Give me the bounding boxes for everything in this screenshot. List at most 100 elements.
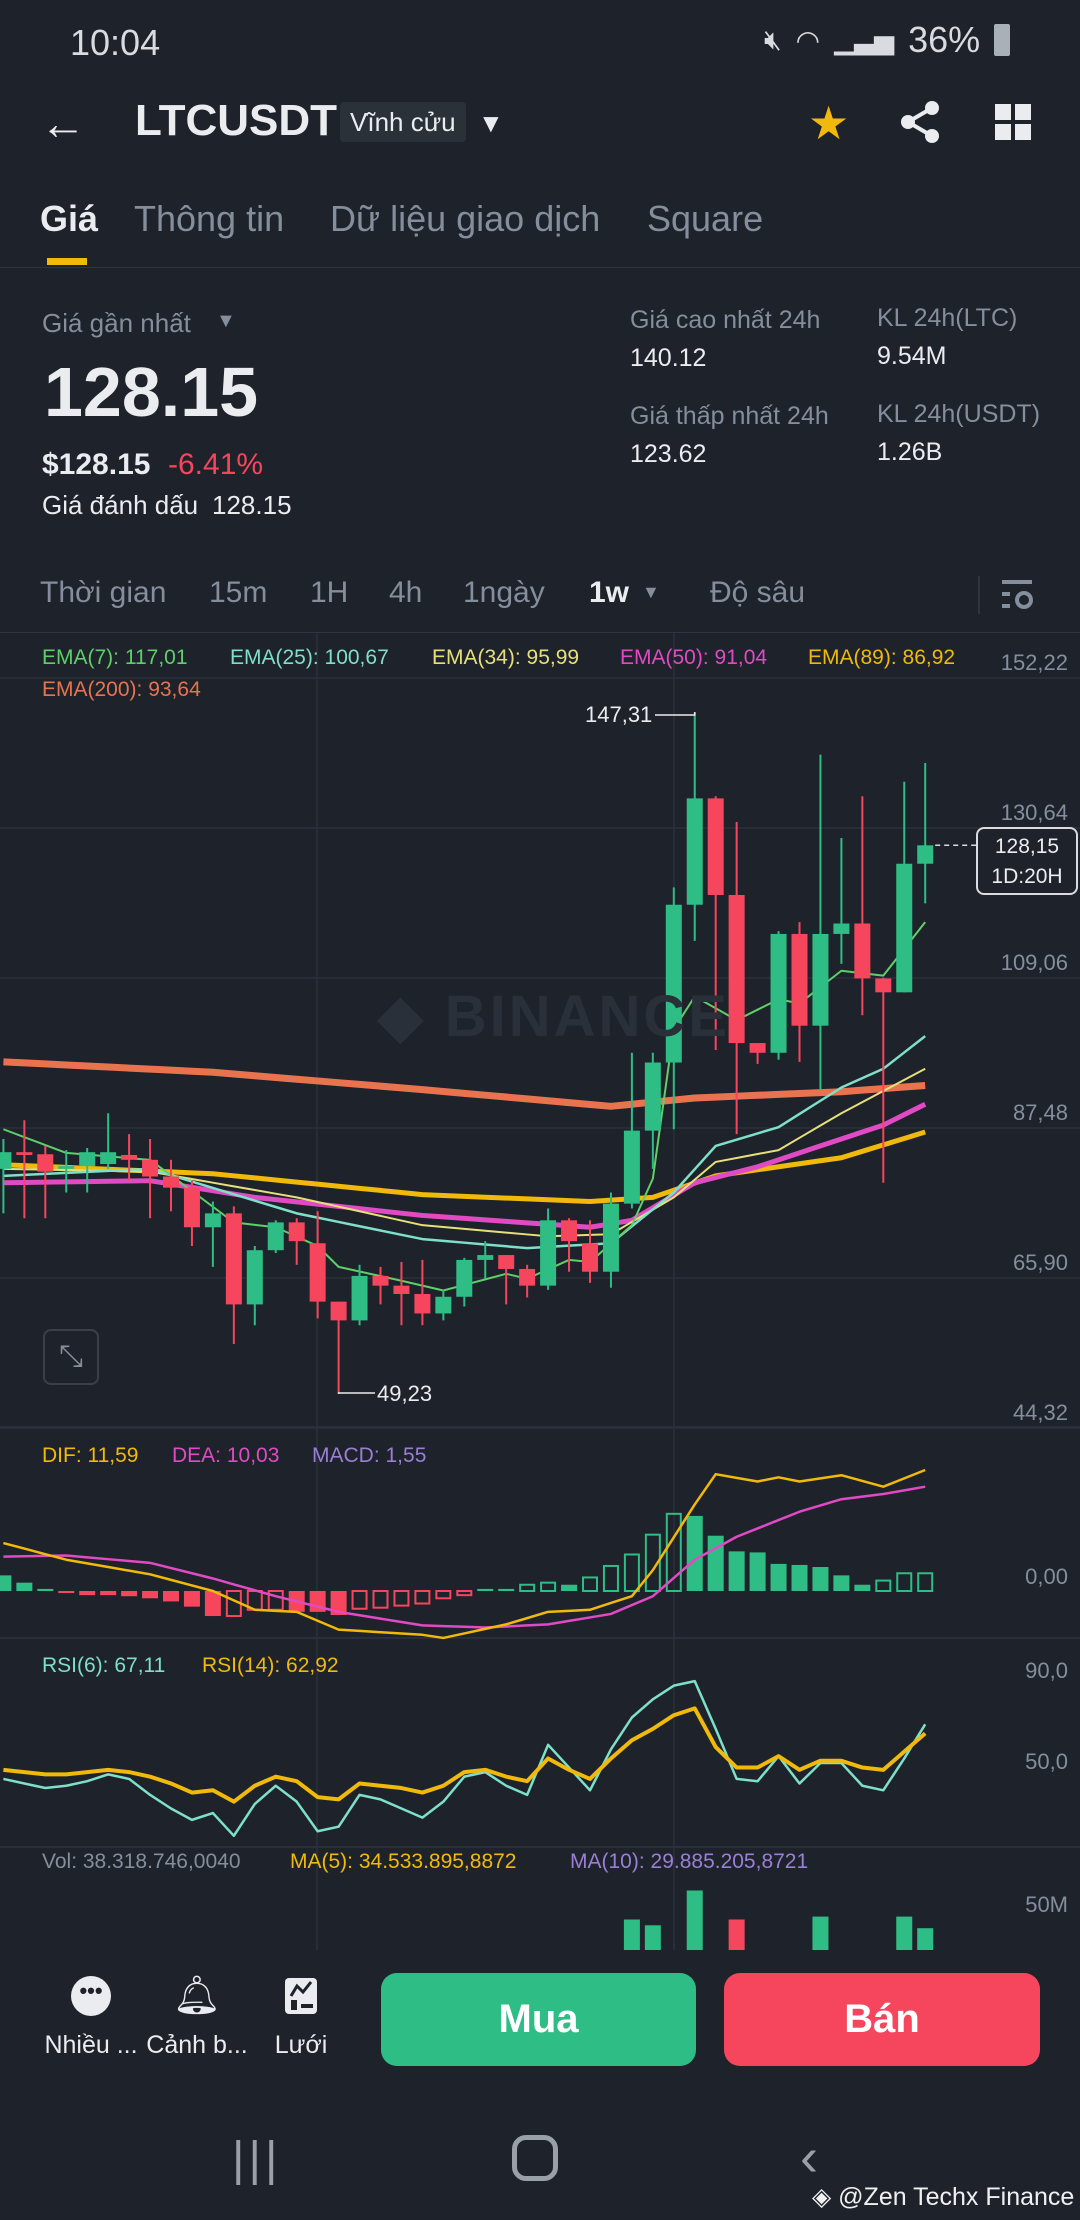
- candle-countdown: 1D:20H: [991, 865, 1063, 888]
- candle-body: [100, 1152, 117, 1165]
- depth-tab[interactable]: Độ sâu: [710, 576, 805, 610]
- grid-menu-icon[interactable]: [995, 104, 1031, 145]
- tab-square[interactable]: Square: [647, 198, 763, 240]
- candle-body: [917, 845, 934, 864]
- macd-histogram-bar: [749, 1552, 766, 1591]
- candle-body: [37, 1154, 54, 1172]
- volume-ma5-legend: MA(5): 34.533.895,8872: [290, 1850, 517, 1873]
- interval-dropdown-icon[interactable]: ▼: [642, 582, 660, 603]
- symbol-title[interactable]: LTCUSDT: [135, 96, 337, 146]
- macd-zero-tick: 0,00: [1025, 1564, 1068, 1589]
- macd-histogram-bar: [728, 1551, 745, 1591]
- candle-body: [351, 1275, 368, 1321]
- candle-body: [623, 1130, 640, 1204]
- tab-price[interactable]: Giá: [40, 198, 98, 240]
- candle-body: [644, 1062, 661, 1131]
- ema-line-ema200: [3, 1058, 926, 1110]
- status-icons: 🔇︎ ◠ ▁▃▅ 36%: [764, 18, 1011, 62]
- y-tick-0: 152,22: [1000, 650, 1068, 675]
- candle-body: [225, 1213, 242, 1305]
- active-tab-indicator: [47, 258, 87, 265]
- tab-info[interactable]: Thông tin: [134, 198, 284, 240]
- macd-histogram-bar: [854, 1584, 871, 1591]
- candle-body: [330, 1301, 347, 1321]
- interval-1d[interactable]: 1ngày: [463, 576, 545, 610]
- macd-histogram-bar: [100, 1591, 117, 1596]
- mark-price-label: Giá đánh dấu: [42, 490, 199, 520]
- usd-price: $128.15: [42, 448, 151, 481]
- ema89-legend: EMA(89): 86,92: [808, 646, 956, 669]
- volume-ma10-legend: MA(10): 29.885.205,8721: [570, 1850, 809, 1873]
- recent-apps-button[interactable]: |||: [232, 2132, 281, 2187]
- candle-body: [707, 798, 724, 896]
- back-button[interactable]: ←: [40, 98, 86, 148]
- share-icon[interactable]: [898, 100, 942, 149]
- macd-histogram-bar: [435, 1590, 452, 1600]
- alert-label: Cảnh b...: [146, 2031, 248, 2059]
- sell-button[interactable]: Bán: [724, 1973, 1040, 2066]
- candle-body: [749, 1043, 766, 1053]
- candle-body: [309, 1243, 326, 1302]
- last-price-dropdown-icon[interactable]: ▼: [216, 310, 236, 333]
- back-nav-button[interactable]: ‹: [800, 2126, 818, 2188]
- candle-body: [770, 933, 787, 1053]
- interval-time-label[interactable]: Thời gian: [40, 576, 166, 610]
- candle-body: [896, 863, 913, 993]
- interval-1w[interactable]: 1w: [589, 576, 629, 610]
- volume-bar: [896, 1916, 913, 1950]
- candle-body: [246, 1250, 263, 1305]
- chart-settings-icon[interactable]: [1000, 578, 1034, 617]
- macd-histogram-bar: [142, 1591, 159, 1599]
- grid-label: Lưới: [274, 2031, 328, 2059]
- interval-1h[interactable]: 1H: [310, 576, 348, 610]
- buy-button[interactable]: Mua: [381, 1973, 696, 2066]
- candle-body: [498, 1255, 515, 1269]
- interval-15m[interactable]: 15m: [209, 576, 267, 610]
- home-button[interactable]: [512, 2135, 558, 2181]
- macd-histogram-bar: [0, 1575, 12, 1591]
- volume-legend: Vol: 38.318.746,0040: [42, 1850, 241, 1873]
- rsi-tick-50: 50,0: [1025, 1749, 1068, 1774]
- fullscreen-button[interactable]: ⤡: [43, 1329, 99, 1385]
- y-tick-3: 87,48: [1012, 1100, 1068, 1125]
- candle-body: [686, 798, 703, 905]
- rsi6-legend: RSI(6): 67,11: [42, 1654, 166, 1677]
- volume-bar: [686, 1890, 703, 1950]
- candle-body: [16, 1152, 33, 1155]
- macd-histogram-bar: [917, 1572, 934, 1593]
- low-24h-value: 123.62: [630, 440, 707, 468]
- grid-trading-button[interactable]: Lưới: [246, 1975, 356, 2060]
- macd-histogram-bar: [519, 1583, 536, 1592]
- grid-bot-icon: [280, 1975, 322, 2017]
- battery-icon: [994, 24, 1011, 56]
- last-price-tag[interactable]: 128,15 1D:20H: [976, 827, 1078, 895]
- signal-icon: ▁▃▅: [834, 24, 895, 55]
- volume-bar: [812, 1916, 829, 1950]
- macd-histogram-bar: [896, 1572, 913, 1593]
- alert-button[interactable]: 🔔︎ Cảnh b...: [142, 1975, 252, 2060]
- candle-body: [519, 1268, 536, 1286]
- favorite-star-icon[interactable]: ★: [808, 96, 849, 150]
- candle-body: [163, 1176, 179, 1188]
- macd-histogram-bar: [37, 1588, 54, 1591]
- volume-tick-50m: 50M: [1025, 1892, 1068, 1917]
- symbol-dropdown-icon[interactable]: ▼: [478, 108, 504, 139]
- mute-icon: 🔇︎: [764, 23, 782, 55]
- volume-ltc-value: 9.54M: [877, 342, 947, 370]
- high-24h-value: 140.12: [630, 344, 707, 372]
- interval-4h[interactable]: 4h: [389, 576, 422, 610]
- ema25-legend: EMA(25): 100,67: [230, 646, 389, 669]
- ema-line-ema89: [3, 1129, 926, 1205]
- volume-bar: [728, 1919, 745, 1950]
- low-24h-label: Giá thấp nhất 24h: [630, 402, 829, 430]
- macd-histogram-bar: [833, 1575, 850, 1591]
- more-button[interactable]: ••• Nhiều ...: [36, 1975, 146, 2060]
- tab-trading-data[interactable]: Dữ liệu giao dịch: [330, 198, 600, 240]
- macd-histogram-bar: [372, 1590, 389, 1609]
- dif-legend: DIF: 11,59: [42, 1444, 139, 1467]
- bell-icon: 🔔︎: [172, 1975, 222, 2017]
- max-price-label: 147,31: [585, 702, 653, 727]
- candle-body: [0, 1152, 12, 1169]
- macd-histogram-bar: [183, 1591, 200, 1607]
- macd-histogram-bar: [686, 1515, 703, 1591]
